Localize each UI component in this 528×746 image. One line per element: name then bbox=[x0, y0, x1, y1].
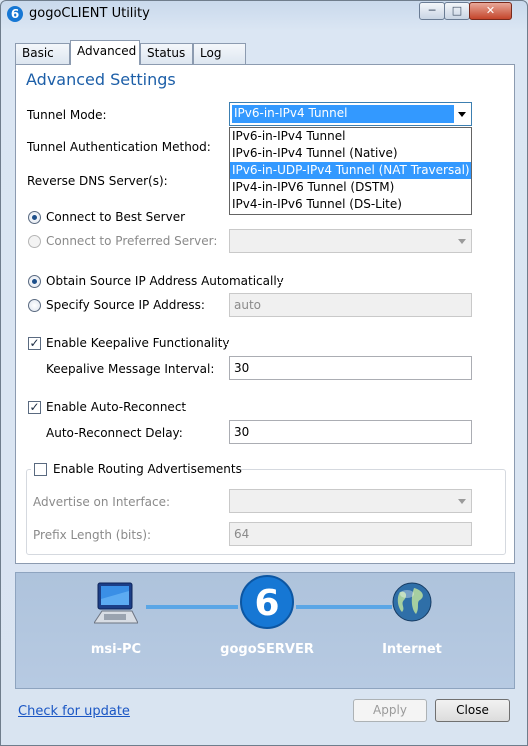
tunnel-mode-option-highlighted[interactable]: IPv6-in-UDP-IPv4 Tunnel (NAT Traversal) bbox=[230, 162, 471, 179]
prefix-length-label: Prefix Length (bits): bbox=[33, 528, 152, 542]
tab-log[interactable]: Log bbox=[193, 43, 246, 64]
close-button[interactable]: Close bbox=[435, 699, 510, 722]
preferred-server-radio[interactable] bbox=[28, 235, 41, 248]
auth-method-label: Tunnel Authentication Method: bbox=[27, 140, 211, 154]
routing-header: Enable Routing Advertisements bbox=[31, 461, 242, 479]
gogo-app-icon: 6 bbox=[7, 6, 23, 22]
tab-basic[interactable]: Basic bbox=[15, 43, 70, 64]
preferred-server-label: Connect to Preferred Server: bbox=[46, 234, 218, 248]
reconnect-delay-label: Auto-Reconnect Delay: bbox=[46, 426, 183, 440]
tunnel-mode-select[interactable]: IPv6-in-IPv4 Tunnel bbox=[229, 102, 472, 126]
apply-button[interactable]: Apply bbox=[353, 699, 427, 722]
reconnect-delay-input[interactable]: 30 bbox=[229, 420, 472, 444]
connection-line-left bbox=[146, 605, 238, 609]
prefix-length-input[interactable]: 64 bbox=[229, 522, 472, 546]
chevron-down-icon bbox=[458, 239, 466, 244]
obtain-ip-auto-radio[interactable] bbox=[28, 275, 41, 288]
routing-checkbox[interactable] bbox=[34, 463, 47, 476]
reverse-dns-label: Reverse DNS Server(s): bbox=[27, 174, 168, 188]
chevron-down-icon bbox=[458, 499, 466, 504]
tab-status[interactable]: Status bbox=[140, 43, 193, 64]
separator bbox=[194, 218, 502, 219]
obtain-ip-auto-label[interactable]: Obtain Source IP Address Automatically bbox=[46, 274, 284, 288]
close-window-button[interactable]: ✕ bbox=[469, 2, 512, 20]
preferred-server-select[interactable] bbox=[229, 229, 472, 253]
separator bbox=[226, 344, 502, 345]
title-bar: 6 gogoCLIENT Utility ─ □ ✕ bbox=[1, 1, 527, 29]
specify-ip-radio[interactable] bbox=[28, 299, 41, 312]
tunnel-mode-value: IPv6-in-IPv4 Tunnel bbox=[232, 105, 454, 123]
connection-line-right bbox=[296, 605, 392, 609]
window-title: gogoCLIENT Utility bbox=[29, 6, 150, 21]
auto-reconnect-checkbox[interactable]: ✓ bbox=[28, 401, 41, 414]
advanced-settings-panel: Advanced Settings Tunnel Mode: IPv6-in-I… bbox=[15, 64, 515, 564]
gogo-logo-icon: 6 bbox=[240, 575, 294, 629]
chevron-down-icon bbox=[458, 112, 466, 117]
keepalive-label[interactable]: Enable Keepalive Functionality bbox=[46, 336, 230, 350]
separator bbox=[182, 408, 502, 409]
connection-diagram: 6 msi-PC gogoSERVER Internet bbox=[15, 572, 515, 689]
globe-icon bbox=[392, 582, 432, 622]
specify-ip-label[interactable]: Specify Source IP Address: bbox=[46, 298, 205, 312]
gogo-logo-glyph: 6 bbox=[254, 583, 279, 624]
minimize-button[interactable]: ─ bbox=[419, 2, 445, 20]
keepalive-interval-label: Keepalive Message Interval: bbox=[46, 362, 215, 376]
tab-advanced[interactable]: Advanced bbox=[70, 40, 140, 65]
tunnel-mode-option[interactable]: IPv4-in-IPV6 Tunnel (DSTM) bbox=[230, 179, 471, 196]
best-server-label[interactable]: Connect to Best Server bbox=[46, 210, 185, 224]
best-server-radio[interactable] bbox=[28, 211, 41, 224]
auto-reconnect-label[interactable]: Enable Auto-Reconnect bbox=[46, 400, 186, 414]
page-title: Advanced Settings bbox=[26, 70, 176, 89]
keepalive-interval-input[interactable]: 30 bbox=[229, 356, 472, 380]
tunnel-mode-option[interactable]: IPv6-in-IPv4 Tunnel bbox=[230, 128, 471, 145]
node-label-msi-pc: msi-PC bbox=[90, 642, 142, 657]
routing-label[interactable]: Enable Routing Advertisements bbox=[53, 462, 242, 476]
computer-icon bbox=[94, 582, 138, 624]
tunnel-mode-option[interactable]: IPv6-in-IPv4 Tunnel (Native) bbox=[230, 145, 471, 162]
tunnel-mode-option[interactable]: IPv4-in-IPv6 Tunnel (DS-Lite) bbox=[230, 196, 471, 213]
node-label-gogoserver: gogoSERVER bbox=[220, 642, 314, 657]
app-window: 6 gogoCLIENT Utility ─ □ ✕ Basic Advance… bbox=[0, 0, 528, 746]
tunnel-mode-label: Tunnel Mode: bbox=[27, 108, 107, 122]
tunnel-mode-dropdown: IPv6-in-IPv4 Tunnel IPv6-in-IPv4 Tunnel … bbox=[229, 127, 472, 215]
separator bbox=[278, 282, 502, 283]
check-for-update-link[interactable]: Check for update bbox=[18, 704, 130, 719]
maximize-button[interactable]: □ bbox=[444, 2, 470, 20]
advertise-interface-label: Advertise on Interface: bbox=[33, 495, 171, 509]
keepalive-checkbox[interactable]: ✓ bbox=[28, 337, 41, 350]
node-label-internet: Internet bbox=[382, 642, 442, 657]
source-ip-input[interactable]: auto bbox=[229, 293, 472, 317]
advertise-interface-select[interactable] bbox=[229, 489, 472, 513]
